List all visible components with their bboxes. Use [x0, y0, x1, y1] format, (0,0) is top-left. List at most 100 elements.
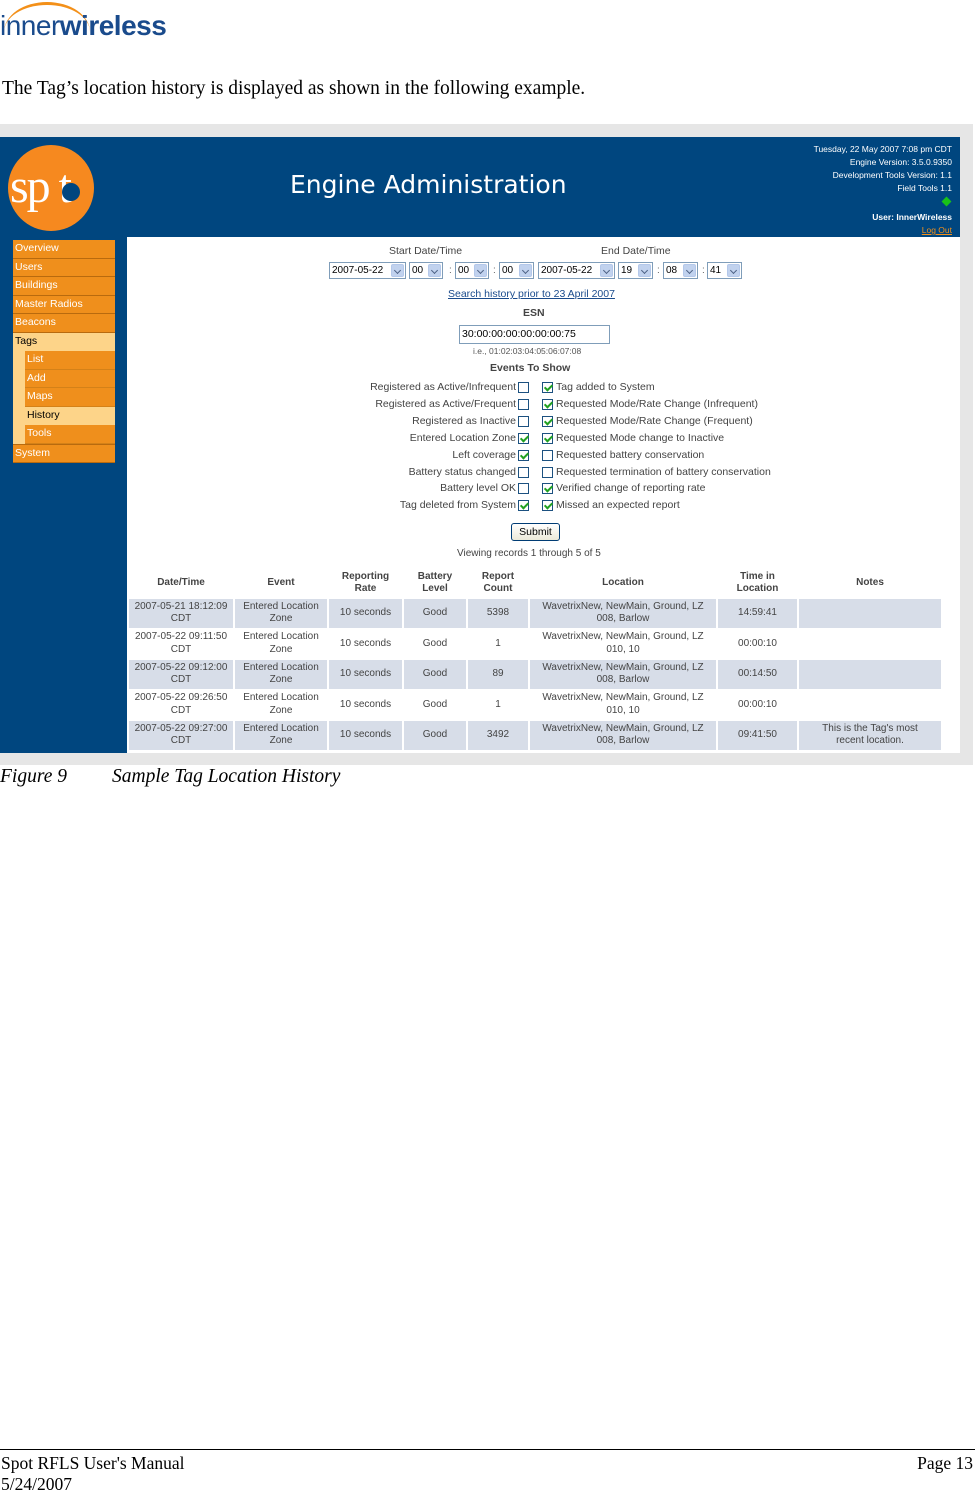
end-hour-value: 19 — [621, 265, 633, 276]
cell-time-in-location: 00:00:10 — [718, 691, 797, 720]
sidebar-item-tags[interactable]: Tags — [13, 332, 115, 351]
spot-logo-text: sp t — [10, 160, 72, 213]
header-line: Battery — [417, 571, 453, 582]
cell-text: 2007-05-21 18:12:09 — [134, 600, 228, 612]
cell-text: 00:00:10 — [738, 637, 777, 649]
cell-location: WavetrixNew, NewMain, Ground, LZ 010, 10 — [530, 630, 716, 659]
col-header-reporting-rate: Reporting Rate — [329, 569, 402, 597]
table-row: 2007-05-21 18:12:09 CDT Entered Location Zo… — [129, 599, 941, 628]
sidebar-subitem-history[interactable]: History — [25, 406, 115, 425]
header-line: Notes — [856, 577, 884, 588]
event-right-label: Requested battery conservation — [556, 448, 705, 461]
event-right-label: Requested Mode/Rate Change (Frequent) — [556, 414, 753, 427]
event-checkbox[interactable] — [542, 415, 553, 427]
sidebar-subitem-list[interactable]: List — [25, 351, 115, 370]
col-header-time-in-location: Time in Location — [718, 569, 797, 597]
sidebar-subitem-maps[interactable]: Maps — [25, 388, 115, 407]
sidebar-item-users[interactable]: Users — [13, 258, 115, 277]
submit-button[interactable]: Submit — [511, 523, 560, 541]
event-checkbox[interactable] — [518, 432, 529, 444]
event-checkbox[interactable] — [518, 466, 529, 478]
header-line: Location — [736, 583, 779, 594]
time-separator: : — [657, 265, 660, 276]
event-checkbox[interactable] — [542, 466, 553, 478]
time-separator: : — [493, 265, 496, 276]
sidebar-item-master-radios[interactable]: Master Radios — [13, 295, 115, 314]
end-second-select[interactable]: 41 — [707, 262, 742, 279]
event-left-label: Registered as Active/Infrequent — [370, 381, 516, 393]
event-checkbox[interactable] — [518, 483, 529, 495]
sidebar-item-system[interactable]: System — [13, 444, 115, 463]
cell-event: Entered Location Zone — [235, 660, 327, 689]
sidebar-item-buildings[interactable]: Buildings — [13, 277, 115, 296]
end-minute-select[interactable]: 08 — [663, 262, 698, 279]
sidebar-subitem-tools[interactable]: Tools — [25, 425, 115, 444]
event-checkbox[interactable] — [542, 382, 553, 393]
cell-text: Entered Location — [243, 722, 319, 734]
history-table: Date/Time Event Reporting Rate Battery Lev… — [127, 567, 943, 752]
chevron-down-icon — [474, 264, 487, 277]
event-left-label: Left coverage — [452, 448, 516, 461]
header-datetime: Tuesday, 22 May 2007 7:08 pm CDT — [813, 144, 952, 154]
cell-text: Zone — [269, 704, 293, 716]
cell-text: 10 seconds — [339, 729, 392, 740]
cell-text: Good — [422, 698, 448, 710]
cell-notes — [799, 660, 941, 689]
event-checkbox[interactable] — [518, 500, 529, 512]
event-checkbox[interactable] — [542, 449, 553, 461]
figure-caption: Figure 9 Sample Tag Location History — [0, 766, 340, 788]
event-checkbox[interactable] — [542, 432, 553, 444]
app-header: sp t Engine Administration Tuesday, 22 M… — [0, 137, 960, 237]
start-minute-select[interactable]: 00 — [455, 262, 489, 279]
event-checkbox[interactable] — [542, 398, 553, 410]
search-prior-link[interactable]: Search history prior to 23 April 2007 — [448, 288, 615, 300]
event-right-label: Tag added to System — [556, 381, 655, 393]
event-checkbox[interactable] — [518, 398, 529, 410]
start-date-select[interactable]: 2007-05-22 — [329, 262, 406, 279]
table-row: 2007-05-22 09:11:50 CDT Entered Location Zo… — [129, 630, 941, 659]
footer-date: 5/24/2007 — [1, 1474, 72, 1494]
sidebar-item-beacons[interactable]: Beacons — [13, 314, 115, 333]
sidebar-subitem-add[interactable]: Add — [25, 369, 115, 388]
cell-text: 10 seconds — [339, 668, 392, 679]
start-second-select[interactable]: 00 — [499, 262, 534, 279]
cell-text: 10 seconds — [339, 607, 392, 618]
event-right-label: Missed an expected report — [556, 499, 680, 512]
cell-text: Zone — [269, 674, 293, 686]
cell-text: WavetrixNew, NewMain, Ground, LZ — [542, 631, 704, 643]
engine-version: Engine Version: 3.5.0.9350 — [849, 157, 952, 167]
footer-title: Spot RFLS User's Manual — [1, 1453, 185, 1473]
event-left-label: Registered as Active/Frequent — [375, 397, 516, 410]
cell-location: WavetrixNew, NewMain, Ground, LZ 008, Bar… — [530, 599, 716, 628]
logout-link[interactable]: Log Out — [814, 224, 952, 237]
time-separator: : — [449, 265, 452, 276]
figure-title: Sample Tag Location History — [112, 766, 341, 787]
cell-text: Entered Location — [243, 600, 319, 612]
table-row: 2007-05-22 09:27:00 CDT Entered Location Zo… — [129, 721, 941, 750]
cell-text: 010, 10 — [606, 643, 640, 655]
start-hour-select[interactable]: 00 — [409, 262, 443, 279]
event-checkbox[interactable] — [518, 415, 529, 427]
cell-battery-level: Good — [404, 721, 466, 750]
cell-text: This is the Tag's most — [822, 722, 918, 734]
event-right-label: Requested termination of battery conserv… — [556, 465, 771, 478]
event-checkbox[interactable] — [542, 500, 553, 512]
end-date-select[interactable]: 2007-05-22 — [538, 262, 615, 279]
cell-text: 3492 — [486, 729, 510, 740]
esn-input[interactable]: 30:00:00:00:00:00:00:75 — [459, 325, 610, 344]
col-header-battery-level: Battery Level — [404, 569, 466, 597]
cell-time-in-location: 00:14:50 — [718, 660, 797, 689]
cell-text: 008, Barlow — [596, 735, 650, 747]
event-checkbox[interactable] — [518, 449, 529, 461]
cell-text: WavetrixNew, NewMain, Ground, LZ — [542, 600, 704, 612]
event-checkbox[interactable] — [542, 483, 553, 495]
sidebar-item-overview[interactable]: Overview — [13, 240, 115, 259]
cell-text: Entered Location — [243, 661, 319, 673]
table-header-row: Date/Time Event Reporting Rate Battery Lev… — [129, 569, 941, 597]
end-hour-select[interactable]: 19 — [618, 262, 653, 279]
event-checkbox[interactable] — [518, 382, 529, 393]
cell-time-in-location: 00:00:10 — [718, 630, 797, 659]
events-to-show-label: Events To Show — [490, 362, 571, 374]
cell-text: Good — [422, 607, 448, 618]
page-title: Engine Administration — [290, 170, 567, 199]
